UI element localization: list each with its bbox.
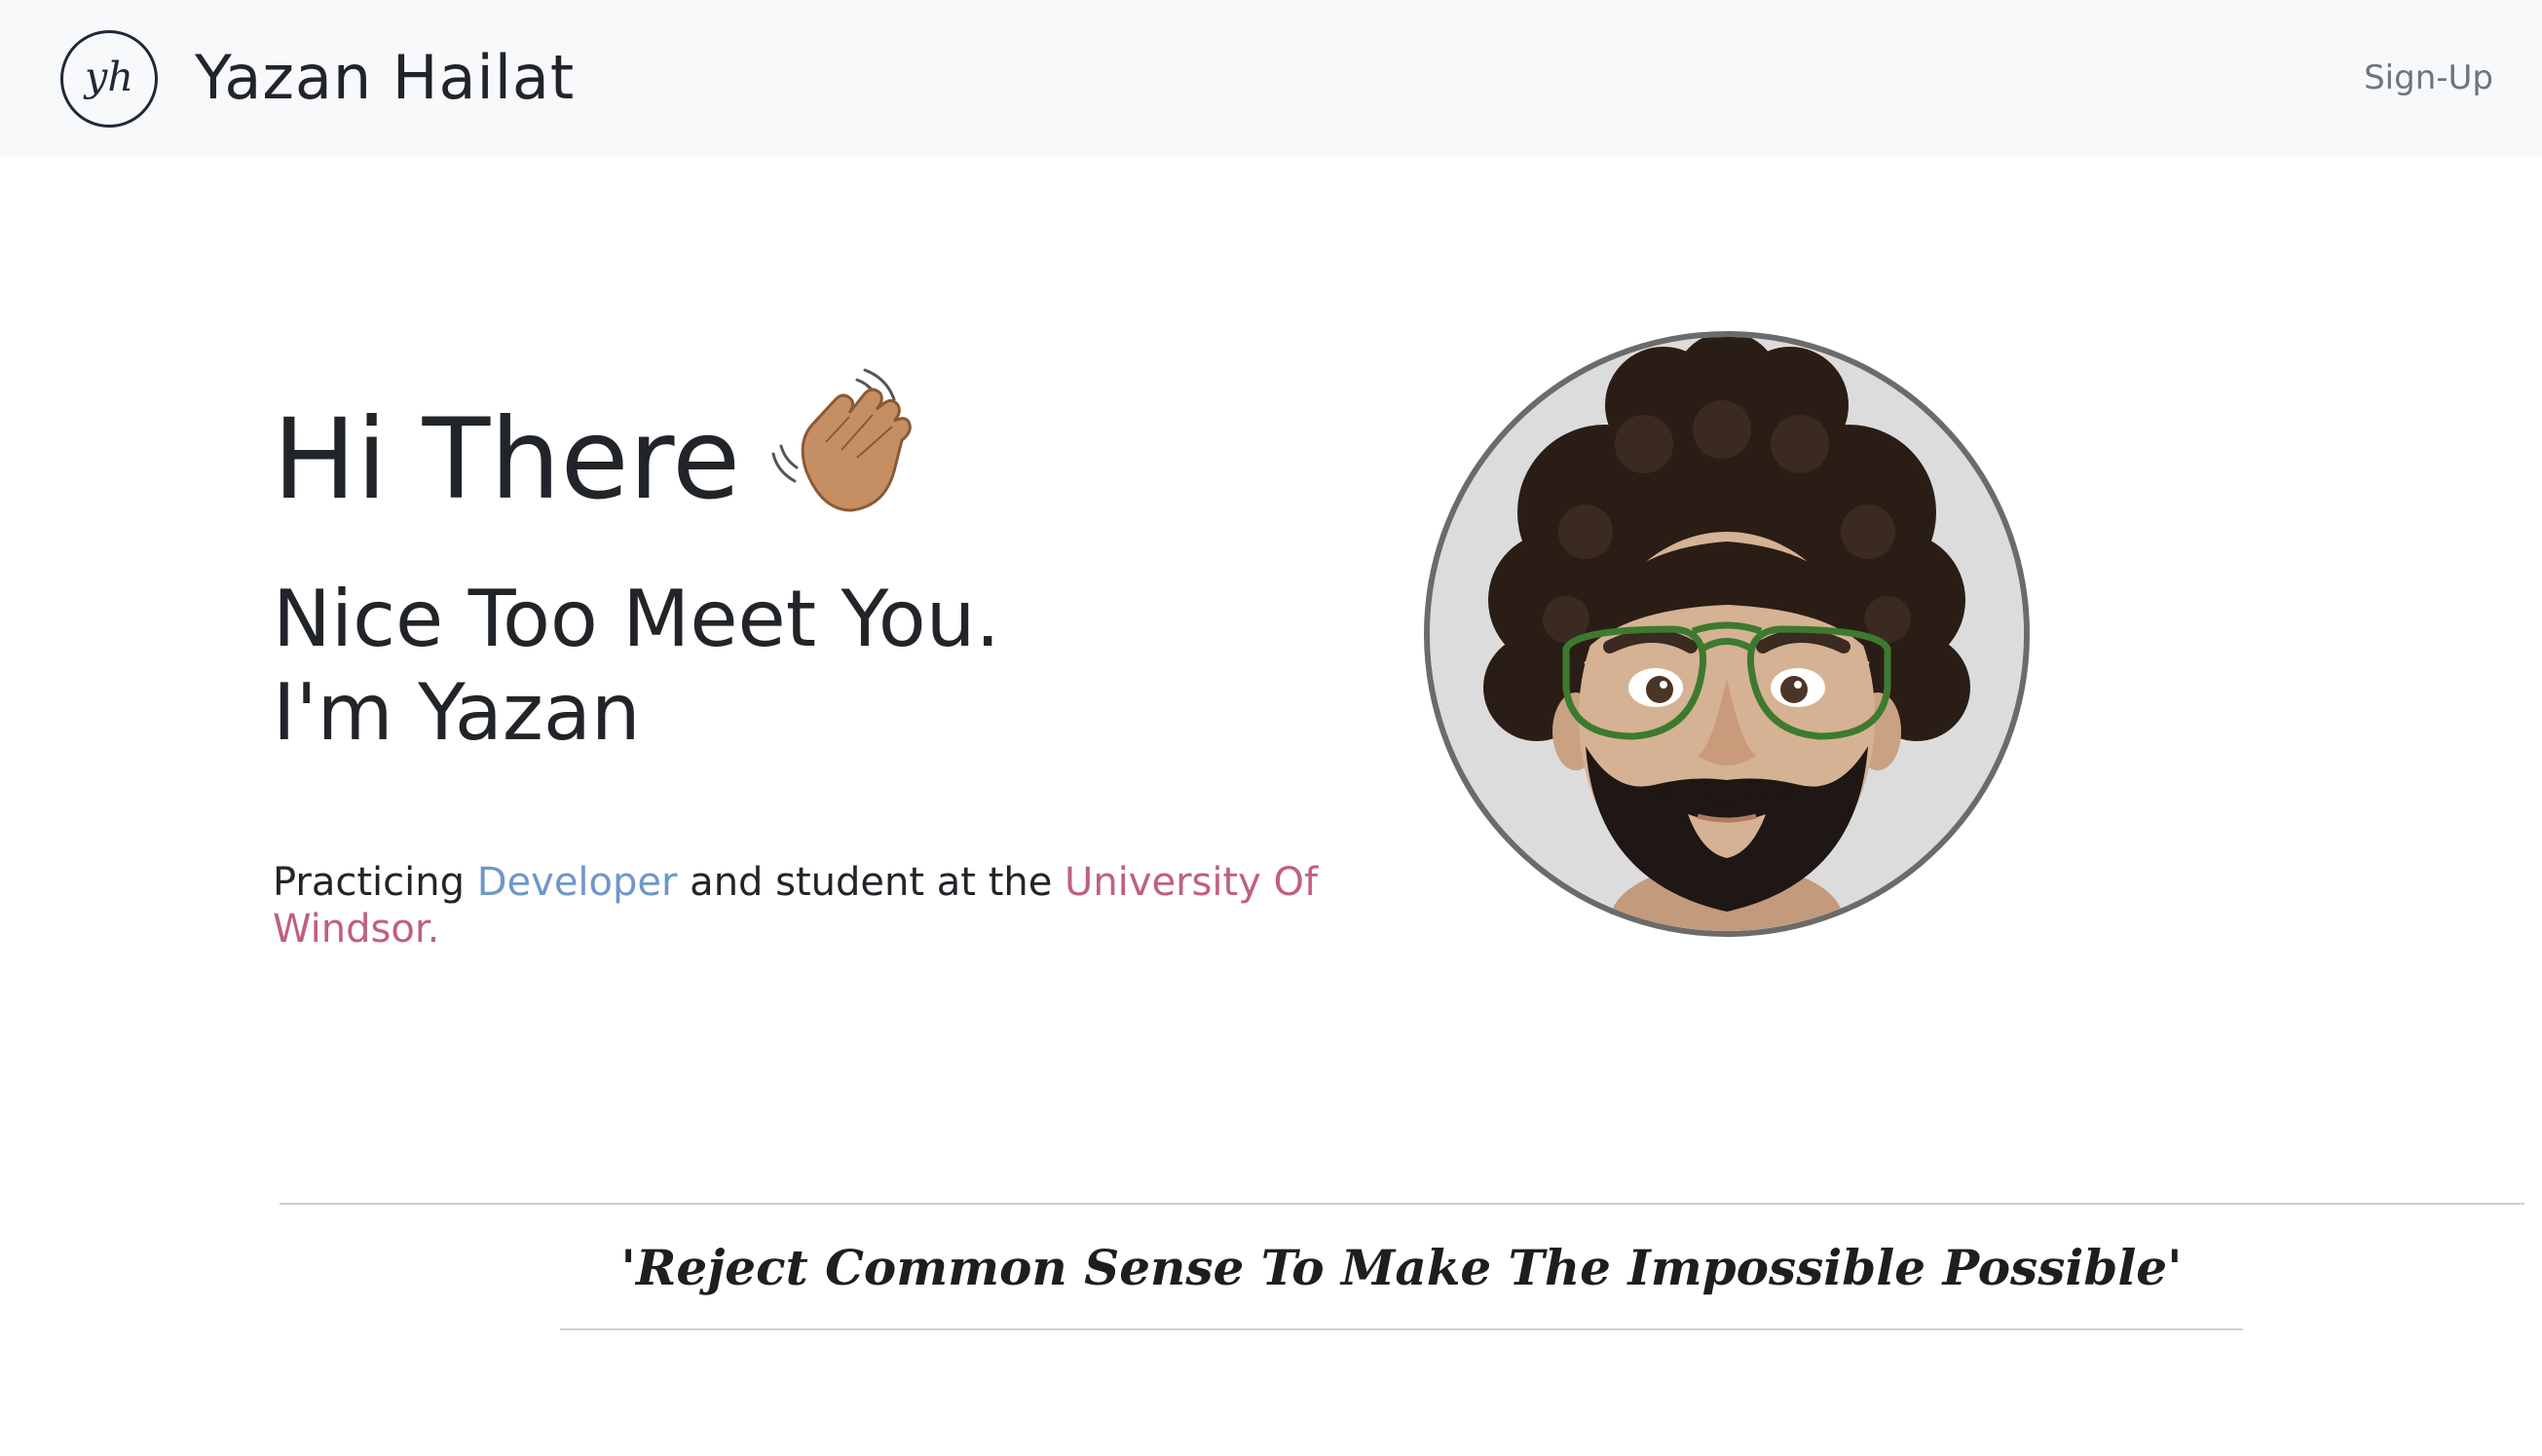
quote-text: 'Reject Common Sense To Make The Impossi… — [620, 1239, 2183, 1296]
brand-name[interactable]: Yazan Hailat — [195, 37, 575, 119]
logo-monogram: yh — [83, 54, 133, 100]
hero-title-text: Hi There — [273, 394, 741, 524]
memoji-avatar-icon — [1424, 331, 2030, 937]
svg-text:yh: yh — [83, 54, 133, 100]
navbar: yh Yazan Hailat Sign-Up — [0, 0, 2542, 156]
hero-subtitle-line1: Nice Too Meet You. — [273, 574, 1000, 664]
desc-middle: and student at the — [677, 860, 1065, 905]
hero-subtitle: Nice Too Meet You. I'm Yazan — [273, 573, 1000, 760]
desc-prefix: Practicing — [273, 860, 477, 905]
brand-logo-icon[interactable]: yh — [60, 30, 158, 128]
hero-title: Hi There — [273, 368, 933, 530]
divider-top — [280, 1203, 2524, 1205]
divider-bottom — [560, 1328, 2243, 1330]
waving-hand-icon — [767, 364, 933, 530]
signup-link[interactable]: Sign-Up — [2364, 55, 2493, 101]
hero-subtitle-line2: I'm Yazan — [273, 667, 641, 758]
desc-role: Developer — [476, 860, 678, 905]
hero-description: Practicing Developer and student at the … — [273, 859, 1383, 952]
